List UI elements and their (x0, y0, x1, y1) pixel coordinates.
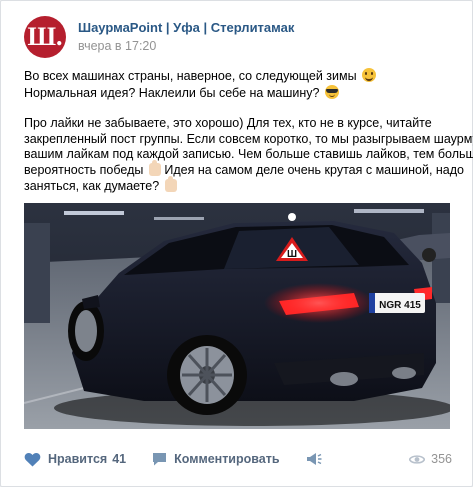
group-name-link[interactable]: ШаурмаPoint | Уфа | Стерлитамак (78, 20, 294, 36)
like-button[interactable]: Нравится 41 (24, 452, 126, 467)
post-header-text: ШаурмаPoint | Уфа | Стерлитамак вчера в … (78, 20, 294, 54)
post-text-line: вероятность победы Идея на самом деле оч… (24, 159, 465, 177)
car-photo-illustration: Ш NGR 415 (24, 203, 450, 429)
comment-button[interactable]: Комментировать (152, 452, 280, 466)
post-text-line: Во всех машинах страны, наверное, со сле… (24, 68, 464, 85)
eye-icon (409, 454, 426, 464)
post-text-line: Про лайки не забываете, это хорошо) Для … (24, 116, 432, 131)
post-actions: Нравится 41 Комментировать 356 (24, 449, 452, 469)
share-icon (306, 453, 322, 465)
post-text: Во всех машинах страны, наверное, со сле… (24, 68, 473, 195)
post-card: Ш. ШаурмаPoint | Уфа | Стерлитамак вчера… (0, 0, 473, 487)
comment-label: Комментировать (174, 452, 280, 466)
share-button[interactable] (306, 452, 329, 466)
thumbs-up-emoji (164, 175, 177, 192)
views-counter: 356 (409, 452, 452, 466)
heart-icon (24, 452, 41, 466)
post-text-line: вашим лайкам под каждой записью. Чем бол… (24, 147, 473, 162)
svg-text:Ш: Ш (287, 249, 297, 260)
like-label: Нравится (48, 452, 108, 466)
post-text-line: заняться, как думаете? (24, 175, 464, 195)
license-plate-text: NGR 415 (379, 300, 421, 311)
post-header: Ш. ШаурмаPoint | Уфа | Стерлитамак вчера… (24, 16, 294, 58)
thumbs-up-emoji (148, 159, 161, 176)
smile-emoji (362, 68, 377, 82)
sunglasses-emoji (324, 84, 339, 99)
like-count: 41 (112, 452, 127, 466)
post-time[interactable]: вчера в 17:20 (78, 38, 294, 54)
post-photo[interactable]: Ш NGR 415 (24, 203, 450, 429)
avatar[interactable]: Ш. (24, 16, 66, 58)
post-text-line: Нормальная идея? Наклеили бы себе на маш… (24, 84, 464, 102)
post-text-line: закрепленный пост группы. Если совсем ко… (24, 131, 473, 146)
comment-icon (153, 453, 167, 466)
views-count: 356 (431, 452, 452, 466)
avatar-letter: Ш. (27, 22, 63, 51)
